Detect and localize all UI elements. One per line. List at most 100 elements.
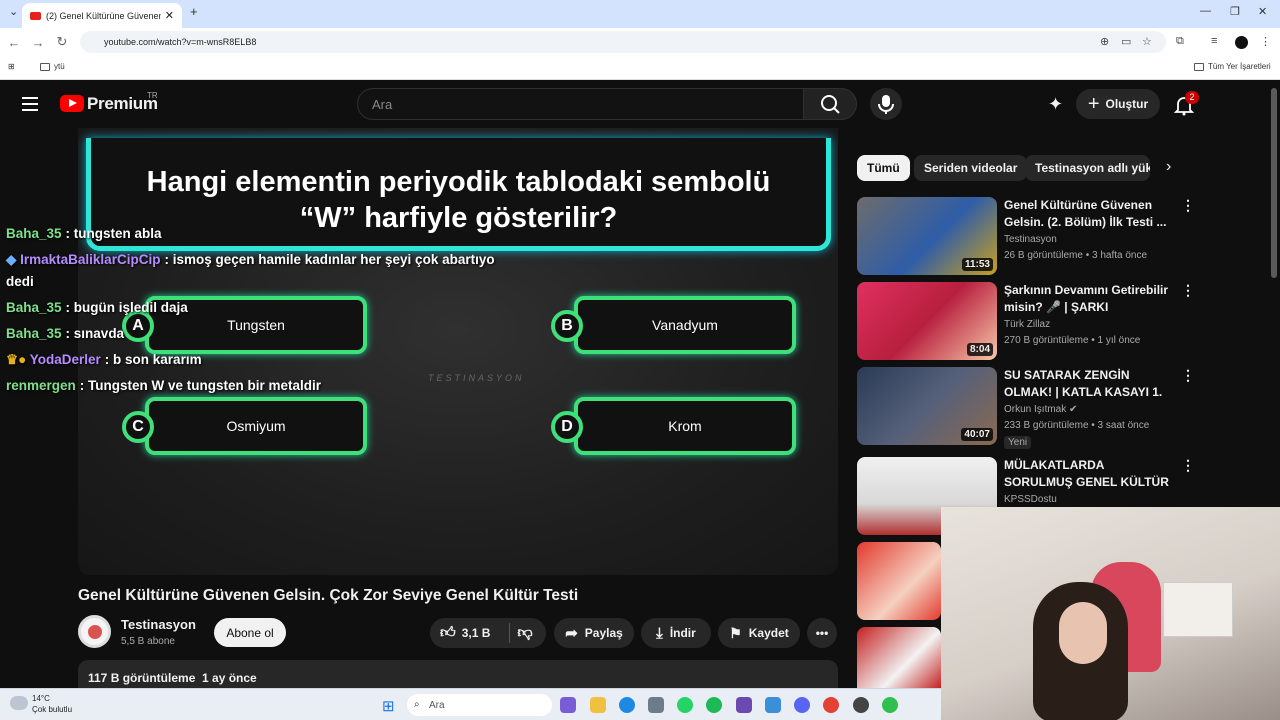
save-button[interactable]: ⚑ Kaydet [718, 618, 800, 648]
copilot-icon[interactable] [560, 697, 576, 713]
voice-search-button[interactable] [870, 88, 902, 120]
search-button[interactable] [803, 88, 857, 120]
menu-icon[interactable]: ⋮ [1260, 35, 1271, 48]
app-icon[interactable] [765, 697, 781, 713]
video-thumbnail[interactable] [857, 542, 941, 620]
taskbar-search[interactable]: Ara [407, 694, 552, 716]
verified-icon: ✔ [1069, 404, 1078, 415]
whatsapp-icon[interactable] [677, 697, 693, 713]
related-meta: 233 B görüntüleme • 3 saat önce [1004, 420, 1150, 431]
app-icon[interactable] [853, 697, 869, 713]
related-title[interactable]: MÜLAKATLARDA SORULMUŞ GENEL KÜLTÜR SORUL… [1004, 457, 1174, 491]
chrome-icon[interactable] [823, 697, 839, 713]
url-text: youtube.com/watch?v=m-wnsR8ELB8 [104, 37, 257, 47]
store-icon[interactable] [648, 697, 664, 713]
search-input[interactable]: Ara [357, 88, 804, 120]
related-channel-row[interactable]: Orkun Işıtmak ✔ [1004, 404, 1077, 415]
channel-name[interactable]: Testinasyon [121, 617, 196, 632]
scrollbar[interactable] [1271, 88, 1277, 278]
option-text: Osmiyum [226, 418, 286, 434]
video-thumbnail[interactable] [857, 627, 941, 688]
new-tab-icon[interactable]: + [190, 4, 198, 19]
plus-icon: + [1087, 93, 1100, 115]
video-thumbnail[interactable]: 8:04 [857, 282, 997, 360]
more-vert-icon[interactable]: ⋮ [1181, 367, 1195, 384]
option-text: Krom [668, 418, 702, 434]
region-code: TR [147, 91, 158, 100]
related-video[interactable]: 8:04 Şarkının Devamını Getirebilir misin… [857, 282, 1195, 362]
reading-list-icon[interactable]: ≡ [1211, 35, 1217, 47]
forward-icon[interactable]: → [26, 35, 50, 50]
more-actions-button[interactable]: ••• [807, 618, 837, 648]
extensions-icon[interactable]: ⧉ [1176, 35, 1184, 48]
related-title[interactable]: Genel Kültürüne Güvenen Gelsin. (2. Bölü… [1004, 197, 1174, 231]
apps-grid-icon[interactable]: ⊞ [8, 62, 15, 71]
video-thumbnail[interactable]: 11:53 [857, 197, 997, 275]
app-icon[interactable] [736, 697, 752, 713]
folder-icon [1194, 62, 1204, 71]
back-icon[interactable]: ← [2, 35, 26, 50]
zoom-icon[interactable]: ⊕ [1100, 35, 1109, 48]
related-channel[interactable]: Testinasyon [1004, 234, 1057, 245]
chat-text: dedi [6, 274, 34, 289]
spotify-icon[interactable] [706, 697, 722, 713]
minimize-icon[interactable]: — [1200, 5, 1211, 17]
edge-icon[interactable] [619, 697, 635, 713]
more-vert-icon[interactable]: ⋮ [1181, 197, 1195, 214]
related-channel[interactable]: KPSSDostu [1004, 494, 1057, 505]
bookmark-folder-ytu[interactable]: ytü [40, 62, 65, 71]
tab-list-icon[interactable]: ⌄ [9, 5, 18, 18]
youtube-favicon-icon [30, 11, 41, 20]
more-vert-icon[interactable]: ⋮ [1181, 457, 1195, 474]
start-icon[interactable]: ⊞ [382, 697, 395, 715]
chat-message: renmergen: Tungsten W ve tungsten bir me… [6, 378, 321, 393]
download-button[interactable]: ⤓ İndir [641, 618, 711, 648]
create-button[interactable]: + Oluştur [1076, 89, 1160, 119]
weather-status: Çok bulutlu [32, 705, 73, 714]
chevron-right-icon[interactable]: › [1166, 158, 1171, 176]
related-channel: Orkun Işıtmak [1004, 404, 1067, 415]
bookmark-label: Tüm Yer İşaretleri [1208, 62, 1271, 71]
more-vert-icon[interactable]: ⋮ [1181, 282, 1195, 299]
cast-icon[interactable]: ▭ [1121, 35, 1131, 48]
reload-icon[interactable]: ↻ [50, 34, 74, 50]
url-field[interactable]: youtube.com/watch?v=m-wnsR8ELB8 [80, 31, 1166, 53]
related-title[interactable]: Şarkının Devamını Getirebilir misin? 🎤 |… [1004, 282, 1174, 316]
maximize-icon[interactable]: ❐ [1230, 5, 1240, 18]
share-button[interactable]: ➦ Paylaş [554, 618, 634, 648]
all-bookmarks[interactable]: Tüm Yer İşaretleri [1194, 62, 1271, 71]
video-thumbnail[interactable]: 40:07 [857, 367, 997, 445]
like-button[interactable]: 👍︎ 3,1 B [440, 624, 490, 642]
dislike-button[interactable]: 👎︎ [517, 624, 532, 642]
app-icon[interactable] [882, 697, 898, 713]
file-explorer-icon[interactable] [590, 697, 606, 713]
chip-uploads[interactable]: Testinasyon adlı yükle [1025, 155, 1150, 181]
related-video[interactable]: 40:07 SU SATARAK ZENGİN OLMAK! | KATLA K… [857, 367, 1195, 449]
browser-tab[interactable]: (2) Genel Kültürüne Güvenen G ✕ [22, 3, 182, 28]
microphone-icon [878, 95, 894, 114]
profile-avatar[interactable] [1235, 36, 1248, 49]
like-count: 3,1 B [461, 626, 491, 640]
discord-icon[interactable] [794, 697, 810, 713]
weather-widget[interactable]: 14°C Çok bulutlu [32, 693, 72, 715]
chip-series[interactable]: Seriden videolar [914, 155, 1028, 181]
chat-message: ◆ IrmaktaBaliklarCipCip: ismoş geçen ham… [6, 252, 495, 268]
chip-all[interactable]: Tümü [857, 155, 910, 181]
related-video[interactable]: 11:53 Genel Kültürüne Güvenen Gelsin. (2… [857, 197, 1195, 277]
sparkle-icon[interactable]: ✦ [1048, 94, 1063, 115]
hamburger-menu-icon[interactable] [22, 97, 38, 111]
taskbar-search-placeholder: Ara [429, 699, 445, 711]
close-window-icon[interactable]: ✕ [1258, 5, 1267, 18]
related-channel[interactable]: Türk Zillaz [1004, 319, 1050, 330]
subscribe-button[interactable]: Abone ol [214, 618, 286, 647]
answer-option-c: Osmiyum [145, 397, 367, 455]
related-title[interactable]: SU SATARAK ZENGİN OLMAK! | KATLA KASAYI … [1004, 367, 1174, 401]
chat-username: Baha_35 [6, 226, 62, 241]
windows-taskbar: 14°C Çok bulutlu ⊞ Ara ⌕ [0, 688, 941, 720]
close-tab-icon[interactable]: ✕ [165, 9, 174, 22]
thumbs-up-icon: 👍︎ [440, 624, 456, 641]
youtube-logo-icon[interactable] [60, 95, 84, 112]
channel-avatar[interactable] [78, 615, 111, 648]
bookmark-star-icon[interactable]: ☆ [1142, 35, 1152, 48]
wall-photo-board [1163, 582, 1233, 637]
